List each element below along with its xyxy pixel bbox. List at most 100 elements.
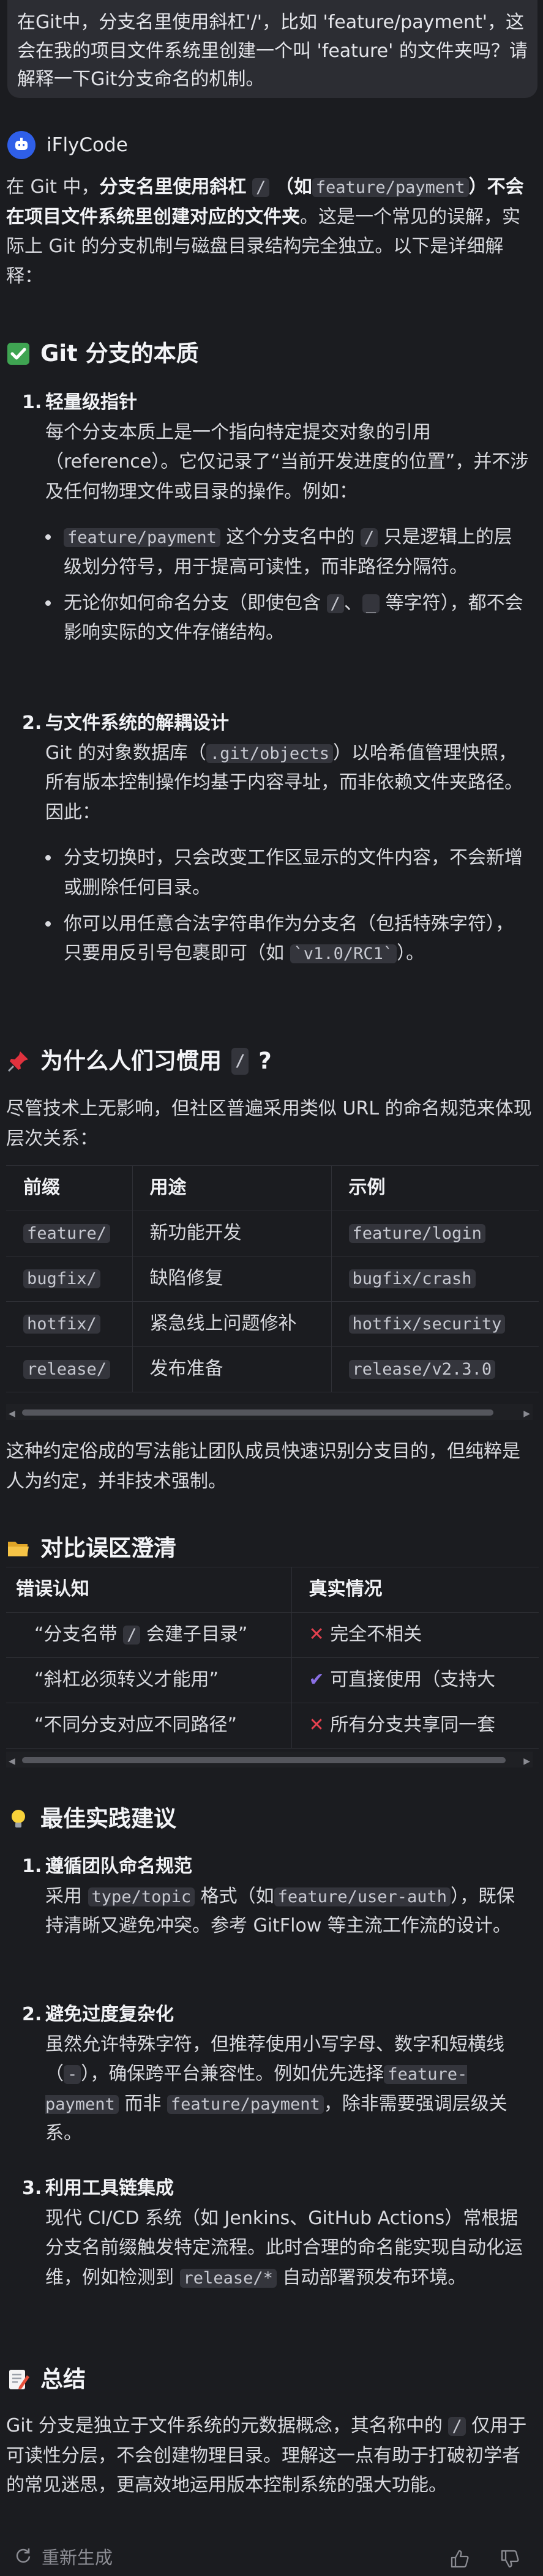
assistant-avatar-icon	[7, 131, 36, 160]
thumbs-up-icon[interactable]	[449, 2548, 471, 2570]
bullet-item: 你可以用任意合法字符串作为分支名（包括特殊字符），只要用反引号包裹即可（如 `v…	[45, 909, 530, 969]
table-cell: 新功能开发	[132, 1211, 331, 1256]
scroll-right-arrow-icon[interactable]: ▶	[523, 1755, 530, 1769]
list-item: 2. 避免过度复杂化 虽然允许特殊字符，但推荐使用小写字母、数字和短横线（ - ），确…	[22, 2000, 530, 2149]
table-header: 示例	[331, 1165, 539, 1211]
list-item-title: 利用工具链集成	[45, 2178, 174, 2199]
desc-text: Git 的对象数据库（	[45, 742, 206, 764]
summary-paragraph: Git 分支是独立于文件系统的元数据概念，其名称中的 / 仅用于可读性分层，不会…	[6, 2411, 533, 2501]
intro-bold: （如	[275, 176, 312, 198]
table-header-row: 错误认知 真实情况	[6, 1567, 539, 1613]
list-item-title: 轻量级指针	[45, 392, 137, 413]
table-cell: bugfix/crash	[331, 1256, 539, 1302]
bullet-text: 、	[343, 592, 362, 614]
bullet-item: 分支切换时，只会改变工作区显示的文件内容，不会新增或删除任何目录。	[45, 843, 530, 903]
list-item-title: 避免过度复杂化	[45, 2004, 174, 2025]
list-number: 1.	[22, 392, 42, 413]
inline-code: feature/payment	[64, 528, 220, 548]
folder-icon	[6, 1536, 31, 1561]
section-heading-summary: 总结	[6, 2361, 533, 2398]
inline-code: bugfix/	[23, 1269, 100, 1289]
table-horizontal-scrollbar[interactable]: ◀ ▶	[6, 1404, 533, 1420]
table-row: “斜杠必须转义才能用” ✔ 可直接使用（支持大	[6, 1657, 539, 1703]
inline-code: hotfix/security	[348, 1315, 506, 1334]
inline-code: release/	[23, 1360, 111, 1379]
list-item-desc: 采用 type/topic 格式（如 feature/user-auth ），既保持…	[22, 1882, 530, 1941]
table-row: release/ 发布准备 release/v2.3.0	[6, 1346, 539, 1392]
inline-code: bugfix/crash	[348, 1269, 476, 1289]
bullet-text: 这个分支名中的	[226, 526, 355, 548]
scroll-left-arrow-icon[interactable]: ◀	[9, 1755, 15, 1769]
assistant-name: iFlyCode	[47, 134, 128, 156]
bullet-text: 分支切换时，只会改变工作区显示的文件内容，不会新增或删除任何目录。	[64, 847, 523, 898]
intro-paragraph: 在 Git 中，分支名里使用斜杠 / （如 feature/payment ）不会在…	[6, 173, 533, 291]
inline-code: feature/payment	[167, 2094, 324, 2114]
table-row: “不同分支对应不同路径” ✕ 所有分支共享同一套	[6, 1703, 539, 1749]
inline-code: .git/objects	[206, 744, 333, 763]
inline-code: _	[362, 594, 380, 613]
desc-text: 格式（如	[200, 1885, 274, 1907]
section-title: Git 分支的本质	[40, 340, 199, 367]
table-cell: “分支名带 / 会建子目录”	[6, 1612, 291, 1658]
memo-icon	[6, 2367, 31, 2392]
section-note: 这种约定俗成的写法能让团队成员快速识别分支目的，但纯粹是人为约定，并非技术强制。	[6, 1441, 520, 1492]
bullet-text: 无论你如何命名分支（即使包含	[64, 592, 321, 614]
scrollbar-thumb[interactable]	[22, 1757, 506, 1763]
lightbulb-icon	[6, 1807, 31, 1831]
inline-code: hotfix/	[23, 1315, 100, 1334]
list-item: 2. 与文件系统的解耦设计 Git 的对象数据库（ .git/objects ）以哈希…	[22, 709, 530, 975]
section-desc: 尽管技术上无影响，但社区普遍采用类似 URL 的命名规范来体现层次关系：	[6, 1098, 532, 1149]
check-mark-icon	[6, 342, 31, 366]
regenerate-button[interactable]: 重新生成	[15, 2544, 113, 2572]
check-mark-icon: ✔	[309, 1669, 324, 1691]
table-header: 用途	[132, 1165, 331, 1211]
desc-text: ），确保跨平台兼容性。例如优先选择	[81, 2063, 384, 2085]
inline-code: type/topic	[88, 1887, 195, 1906]
list-item-title: 与文件系统的解耦设计	[45, 712, 229, 734]
table-header: 前缀	[6, 1165, 132, 1211]
table-horizontal-scrollbar[interactable]: ◀ ▶	[6, 1752, 533, 1768]
inline-code: release/v2.3.0	[348, 1360, 496, 1379]
table-header: 错误认知	[6, 1567, 291, 1613]
cross-mark-icon: ✕	[309, 1714, 324, 1736]
message-action-bar: 重新生成	[0, 2540, 543, 2576]
thumbs-down-icon[interactable]	[500, 2548, 522, 2570]
cell-text: 所有分支共享同一套	[330, 1714, 496, 1736]
list-item-desc: Git 的对象数据库（ .git/objects ）以哈希值管理快照，所有版本控制操…	[22, 739, 530, 828]
table-row: bugfix/ 缺陷修复 bugfix/crash	[6, 1256, 539, 1302]
bullet-text: 你可以用任意合法字符串作为分支名（包括特殊字符），只要用反引号包裹即可（如	[64, 913, 514, 965]
list-item-desc: 现代 CI/CD 系统（如 Jenkins、GitHub Actions）常根据…	[22, 2204, 530, 2293]
section-heading-branch-essence: Git 分支的本质	[6, 335, 533, 372]
section-title: 最佳实践建议	[40, 1805, 176, 1832]
section-heading-misconceptions: 对比误区澄清	[6, 1530, 533, 1567]
table-cell: 发布准备	[132, 1346, 331, 1392]
cross-mark-icon: ✕	[309, 1624, 324, 1646]
prefix-table: 前缀 用途 示例 feature/ 新功能开发 feature/login bu…	[6, 1165, 539, 1404]
list-item: 1. 遵循团队命名规范 采用 type/topic 格式（如 feature/use…	[22, 1852, 530, 1941]
bullet-item: 无论你如何命名分支（即使包含 /、 _ 等字符），都不会影响实际的文件存储结构。	[45, 589, 530, 648]
cell-text: “分支名带	[34, 1624, 118, 1646]
inline-code: /	[231, 1048, 249, 1075]
table-cell: release/	[6, 1346, 132, 1392]
scroll-left-arrow-icon[interactable]: ◀	[9, 1407, 15, 1421]
table-cell: release/v2.3.0	[331, 1346, 539, 1392]
table-cell: 缺陷修复	[132, 1256, 331, 1302]
table-cell: 紧急线上问题修补	[132, 1301, 331, 1347]
list-number: 1.	[22, 1856, 42, 1877]
table-header: 真实情况	[291, 1567, 539, 1613]
cell-text: 会建子目录”	[146, 1624, 248, 1646]
list-item-title: 遵循团队命名规范	[45, 1856, 192, 1877]
table-cell: “不同分支对应不同路径”	[6, 1703, 291, 1749]
table-cell: hotfix/	[6, 1301, 132, 1347]
user-message-bubble: 在Git中，分支名里使用斜杠'/'，比如 'feature/payment'，这…	[7, 0, 537, 98]
scroll-right-arrow-icon[interactable]: ▶	[523, 1407, 530, 1421]
scrollbar-thumb[interactable]	[22, 1409, 493, 1416]
list-number: 2.	[22, 2004, 42, 2025]
section-heading-why-slash: 为什么人们习惯用 /?	[6, 1043, 533, 1080]
table-row: hotfix/ 紧急线上问题修补 hotfix/security	[6, 1301, 539, 1347]
section-title: 对比误区澄清	[40, 1535, 176, 1561]
list-item-desc: 每个分支本质上是一个指向特定提交对象的引用（reference）。它仅记录了“当…	[45, 421, 529, 502]
list-number: 2.	[22, 712, 42, 734]
bullet-text: ）。	[397, 943, 425, 965]
section-heading-best-practices: 最佳实践建议	[6, 1801, 533, 1837]
